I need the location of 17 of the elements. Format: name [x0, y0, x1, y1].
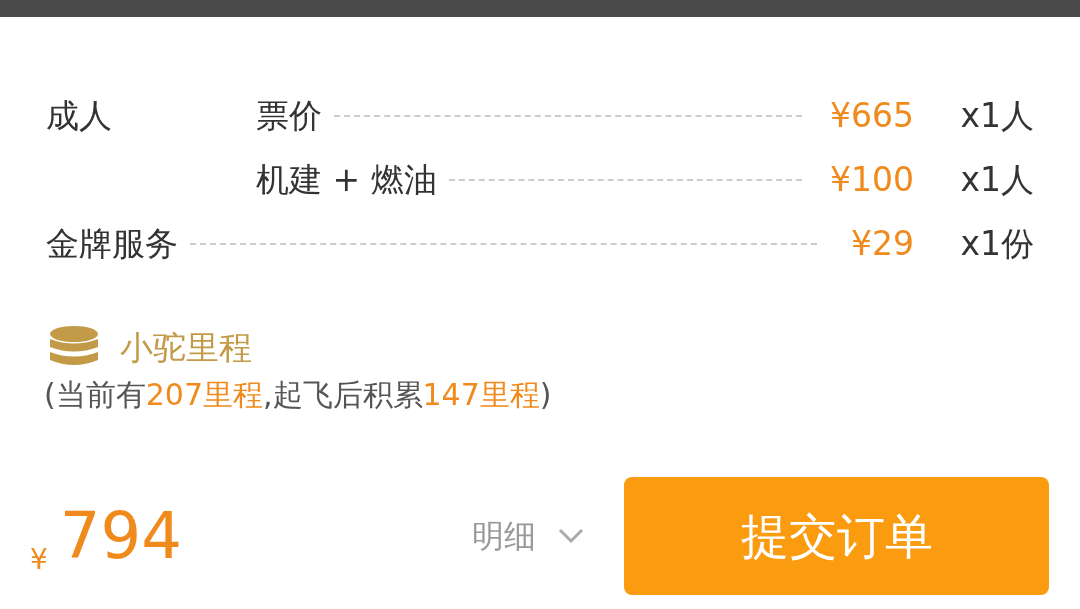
fee-quantity: x1份 — [959, 223, 1034, 266]
fee-quantity: x1人 — [959, 159, 1034, 202]
fee-quantity: x1人 — [959, 95, 1034, 138]
chevron-down-icon — [558, 527, 584, 544]
mileage-title: 小驼里程 — [120, 327, 252, 369]
fee-label: 机建 + 燃油 — [256, 159, 437, 202]
total-price: 794 — [59, 503, 182, 568]
fee-label: 票价 — [256, 95, 322, 138]
mileage-note: (当前有207里程,起飞后积累147里程) — [43, 375, 553, 414]
details-toggle[interactable]: 明细 — [472, 511, 584, 560]
submit-order-button[interactable]: 提交订单 — [624, 476, 1049, 595]
fee-label: 金牌服务 — [46, 223, 178, 266]
fee-price: ¥29 — [851, 223, 914, 266]
fee-price: ¥100 — [830, 159, 914, 202]
passenger-type: 成人 — [46, 96, 112, 136]
currency-symbol: ¥ — [30, 541, 48, 578]
fee-price: ¥665 — [830, 95, 914, 138]
